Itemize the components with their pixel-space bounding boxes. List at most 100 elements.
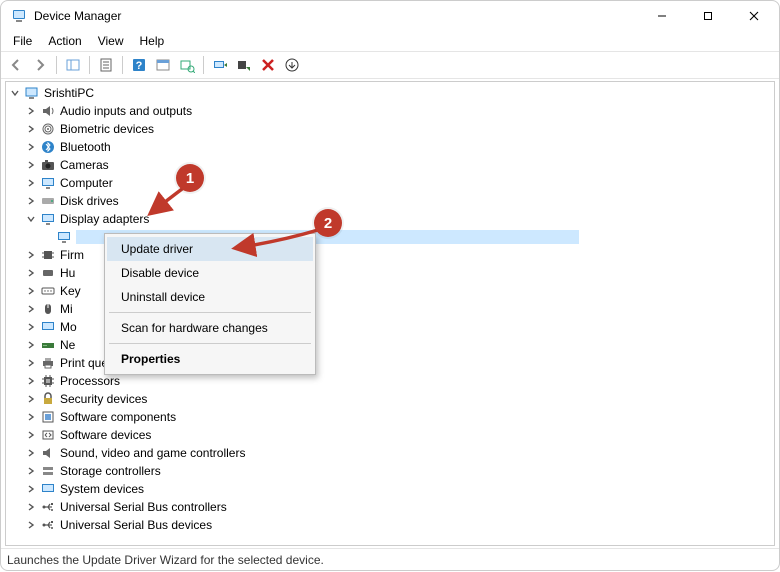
tree-category-label: Cameras — [60, 158, 109, 172]
camera-icon — [40, 157, 56, 173]
forward-button[interactable] — [29, 54, 51, 76]
title-bar: Device Manager — [1, 1, 779, 31]
tree-category[interactable]: Computer — [6, 174, 774, 192]
ctx-properties[interactable]: Properties — [107, 347, 313, 371]
usb-icon — [40, 517, 56, 533]
window-title: Device Manager — [34, 9, 121, 23]
update-driver-button[interactable] — [209, 54, 231, 76]
tree-category-label: Ne — [60, 338, 75, 352]
bluetooth-icon — [40, 139, 56, 155]
chevron-right-icon[interactable] — [24, 284, 38, 298]
chevron-right-icon[interactable] — [24, 266, 38, 280]
properties-button[interactable] — [95, 54, 117, 76]
audio-icon — [40, 103, 56, 119]
ctx-update-driver[interactable]: Update driver — [107, 237, 313, 261]
maximize-button[interactable] — [685, 1, 731, 31]
chevron-right-icon[interactable] — [24, 392, 38, 406]
tree-category-label: Disk drives — [60, 194, 119, 208]
chevron-right-icon[interactable] — [24, 140, 38, 154]
tree-category-label: System devices — [60, 482, 144, 496]
tree-category[interactable]: Sound, video and game controllers — [6, 444, 774, 462]
app-icon — [11, 8, 27, 24]
keyboard-icon — [40, 283, 56, 299]
toolbar-separator — [89, 56, 90, 74]
disable-device-button[interactable] — [233, 54, 255, 76]
chevron-right-icon[interactable] — [24, 248, 38, 262]
tree-category[interactable]: Software devices — [6, 426, 774, 444]
menu-action[interactable]: Action — [40, 32, 89, 50]
chevron-right-icon[interactable] — [24, 518, 38, 532]
chevron-right-icon[interactable] — [24, 122, 38, 136]
tree-category[interactable]: Cameras — [6, 156, 774, 174]
tree-category[interactable]: Universal Serial Bus devices — [6, 516, 774, 534]
tree-category-label: Software devices — [60, 428, 151, 442]
ctx-uninstall-device[interactable]: Uninstall device — [107, 285, 313, 309]
uninstall-device-button[interactable] — [257, 54, 279, 76]
chevron-right-icon[interactable] — [24, 302, 38, 316]
chevron-right-icon[interactable] — [24, 320, 38, 334]
component-icon — [40, 409, 56, 425]
chevron-right-icon[interactable] — [24, 338, 38, 352]
display-adapter-icon — [40, 211, 56, 227]
tree-category[interactable]: System devices — [6, 480, 774, 498]
tree-category[interactable]: Security devices — [6, 390, 774, 408]
close-button[interactable] — [731, 1, 777, 31]
tree-category[interactable]: Bluetooth — [6, 138, 774, 156]
chevron-right-icon[interactable] — [24, 410, 38, 424]
tree-category[interactable]: Audio inputs and outputs — [6, 102, 774, 120]
tree-category-label: Biometric devices — [60, 122, 154, 136]
chevron-right-icon[interactable] — [24, 176, 38, 190]
printer-icon — [40, 355, 56, 371]
system-icon — [40, 481, 56, 497]
action-button[interactable] — [152, 54, 174, 76]
chevron-right-icon[interactable] — [24, 482, 38, 496]
tree-category[interactable]: Biometric devices — [6, 120, 774, 138]
tree-category-label: Security devices — [60, 392, 147, 406]
device-install-button[interactable] — [281, 54, 303, 76]
mouse-icon — [40, 301, 56, 317]
chevron-right-icon[interactable] — [24, 194, 38, 208]
chevron-right-icon[interactable] — [24, 446, 38, 460]
ctx-scan-hardware[interactable]: Scan for hardware changes — [107, 316, 313, 340]
chevron-right-icon[interactable] — [24, 464, 38, 478]
chevron-down-icon[interactable] — [8, 86, 22, 100]
tree-category-label: Audio inputs and outputs — [60, 104, 192, 118]
tree-category[interactable]: Storage controllers — [6, 462, 774, 480]
chevron-right-icon[interactable] — [24, 374, 38, 388]
tree-category-display-adapters[interactable]: Display adapters — [6, 210, 774, 228]
tree-category-label: Processors — [60, 374, 120, 388]
device-tree[interactable]: SrishtiPC Audio inputs and outputs Biome… — [5, 81, 775, 546]
tree-category-label: Firm — [60, 248, 84, 262]
menu-view[interactable]: View — [90, 32, 132, 50]
chevron-right-icon[interactable] — [24, 428, 38, 442]
tree-category[interactable]: Universal Serial Bus controllers — [6, 498, 774, 516]
back-button[interactable] — [5, 54, 27, 76]
toolbar-separator — [203, 56, 204, 74]
tree-category-label: Bluetooth — [60, 140, 111, 154]
menu-file[interactable]: File — [5, 32, 40, 50]
minimize-button[interactable] — [639, 1, 685, 31]
chevron-right-icon[interactable] — [24, 104, 38, 118]
ctx-separator — [109, 343, 311, 344]
menu-help[interactable]: Help — [132, 32, 173, 50]
show-hide-console-button[interactable] — [62, 54, 84, 76]
tree-root[interactable]: SrishtiPC — [6, 84, 774, 102]
fingerprint-icon — [40, 121, 56, 137]
tree-category-label: Display adapters — [60, 212, 149, 226]
chevron-right-icon[interactable] — [24, 500, 38, 514]
tree-category-label: Universal Serial Bus controllers — [60, 500, 227, 514]
tree-category-label: Hu — [60, 266, 75, 280]
hid-icon — [40, 265, 56, 281]
tree-category[interactable]: Disk drives — [6, 192, 774, 210]
chevron-down-icon[interactable] — [24, 212, 38, 226]
chevron-right-icon[interactable] — [24, 356, 38, 370]
computer-icon — [24, 85, 40, 101]
scan-hardware-button[interactable] — [176, 54, 198, 76]
ctx-disable-device[interactable]: Disable device — [107, 261, 313, 285]
tree-category[interactable]: Software components — [6, 408, 774, 426]
menu-bar: File Action View Help — [1, 31, 779, 51]
help-button[interactable]: ? — [128, 54, 150, 76]
chevron-right-icon[interactable] — [24, 158, 38, 172]
tree-category-label: Mo — [60, 320, 77, 334]
toolbar: ? — [1, 51, 779, 79]
